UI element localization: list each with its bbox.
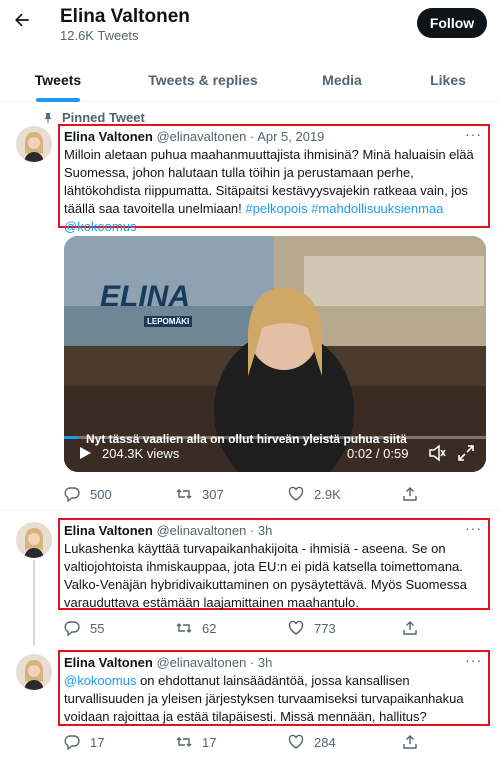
video-time: 0:02 / 0:59 — [347, 446, 409, 461]
retweet-icon — [176, 737, 192, 747]
like-count: 773 — [314, 620, 336, 636]
separator-dot: · — [249, 129, 255, 144]
author-handle[interactable]: @elinavaltonen — [156, 523, 246, 538]
thread-line — [33, 560, 35, 646]
profile-tabs: Tweets Tweets & replies Media Likes — [0, 58, 500, 102]
share-action[interactable] — [402, 618, 428, 638]
more-options-icon[interactable]: ··· — [465, 126, 482, 142]
author-handle[interactable]: @elinavaltonen — [156, 129, 246, 144]
reply-count: 500 — [90, 486, 112, 502]
reply-action[interactable]: 55 — [64, 618, 104, 638]
tab-media[interactable]: Media — [310, 58, 374, 102]
heart-icon — [288, 620, 304, 635]
like-action[interactable]: 773 — [288, 618, 336, 638]
tweet-date[interactable]: 3h — [258, 655, 272, 670]
like-action[interactable]: 284 — [288, 732, 336, 752]
retweet-action[interactable]: 17 — [176, 732, 216, 752]
tweet-highlight-box: Elina Valtonen @elinavaltonen · 3h @koko… — [58, 650, 490, 726]
avatar[interactable] — [16, 522, 52, 558]
heart-icon — [288, 486, 304, 501]
progress-track[interactable] — [64, 436, 486, 439]
video-controls: 204.3K views 0:02 / 0:59 — [64, 436, 486, 472]
tweet-count: 12.6K Tweets — [60, 28, 139, 43]
reply-icon — [64, 621, 80, 636]
retweet-action[interactable]: 307 — [176, 484, 224, 504]
tweet-highlight-box: Elina Valtonen @elinavaltonen · Apr 5, 2… — [58, 124, 490, 234]
tweet-highlight-box: Elina Valtonen @elinavaltonen · 3h Lukas… — [58, 518, 490, 610]
tweet-text: Milloin aletaan puhua maahanmuuttajista … — [64, 146, 484, 236]
pinned-label: Pinned Tweet — [62, 110, 145, 125]
tweet-date[interactable]: Apr 5, 2019 — [257, 129, 324, 144]
mention-link[interactable]: @kokoomus — [64, 673, 136, 688]
like-count: 2.9K — [314, 486, 341, 502]
reply-icon — [64, 487, 80, 502]
more-options-icon[interactable]: ··· — [465, 520, 482, 536]
tweet-header: Elina Valtonen @elinavaltonen · 3h — [64, 654, 484, 672]
tweet-text: @kokoomus on ehdottanut lainsäädäntöä, j… — [64, 672, 484, 726]
profile-header: Elina Valtonen 12.6K Tweets Follow — [0, 0, 500, 48]
reply-action[interactable]: 500 — [64, 484, 112, 504]
pin-icon — [42, 112, 54, 124]
like-count: 284 — [314, 734, 336, 750]
reply-count: 55 — [90, 620, 105, 636]
logo-subtext: LEPOMÄKI — [144, 316, 193, 327]
profile-name: Elina Valtonen — [60, 6, 190, 27]
share-icon — [403, 487, 417, 501]
heart-icon — [288, 734, 304, 749]
tab-tweets-replies[interactable]: Tweets & replies — [140, 58, 266, 102]
retweet-count: 307 — [202, 486, 224, 502]
tweet-text: Lukashenka käyttää turvapaikanhakijoita … — [64, 541, 467, 610]
follow-button[interactable]: Follow — [417, 8, 487, 38]
tweet-header: Elina Valtonen @elinavaltonen · Apr 5, 2… — [64, 128, 484, 146]
pinned-indicator: Pinned Tweet — [42, 110, 145, 125]
tab-likes[interactable]: Likes — [420, 58, 476, 102]
separator-dot: · — [249, 655, 255, 670]
share-action[interactable] — [402, 732, 428, 752]
progress-fill — [64, 436, 79, 439]
video-player[interactable]: ELINA LEPOMÄKI Nyt tässä vaalien alla on… — [64, 236, 486, 472]
reply-action[interactable]: 17 — [64, 732, 104, 752]
author-name[interactable]: Elina Valtonen — [64, 523, 153, 538]
share-icon — [403, 735, 417, 749]
tweet-actions: 500 307 2.9K — [64, 484, 434, 504]
tweet-actions: 55 62 773 — [64, 618, 434, 638]
avatar[interactable] — [16, 126, 52, 162]
volume-icon[interactable] — [428, 444, 446, 462]
reply-icon — [64, 735, 80, 750]
author-handle[interactable]: @elinavaltonen — [156, 655, 246, 670]
author-name[interactable]: Elina Valtonen — [64, 129, 153, 144]
retweet-count: 17 — [202, 734, 217, 750]
view-count: 204.3K views — [102, 446, 180, 461]
retweet-count: 62 — [202, 620, 217, 636]
retweet-action[interactable]: 62 — [176, 618, 216, 638]
active-tab-indicator — [36, 98, 80, 102]
retweet-icon — [176, 623, 192, 633]
reply-count: 17 — [90, 734, 105, 750]
fullscreen-icon[interactable] — [457, 444, 475, 462]
tweet-actions: 17 17 284 — [64, 732, 434, 752]
author-name[interactable]: Elina Valtonen — [64, 655, 153, 670]
separator-dot: · — [249, 523, 255, 538]
share-icon — [403, 621, 417, 635]
tweet-date[interactable]: 3h — [258, 523, 272, 538]
logo-text: ELINA — [100, 280, 190, 313]
tweet-divider — [0, 510, 500, 511]
back-arrow-icon[interactable] — [12, 10, 36, 34]
retweet-icon — [176, 489, 192, 499]
avatar[interactable] — [16, 654, 52, 690]
hashtag-links[interactable]: #pelkopois #mahdollisuuksienmaa — [245, 201, 443, 216]
like-action[interactable]: 2.9K — [288, 484, 341, 504]
tweet-header: Elina Valtonen @elinavaltonen · 3h — [64, 522, 484, 540]
more-options-icon[interactable]: ··· — [465, 652, 482, 668]
mention-link[interactable]: @kokoomus — [64, 219, 136, 234]
share-action[interactable] — [402, 484, 428, 504]
play-icon[interactable] — [78, 446, 92, 460]
tab-tweets[interactable]: Tweets — [18, 58, 98, 102]
